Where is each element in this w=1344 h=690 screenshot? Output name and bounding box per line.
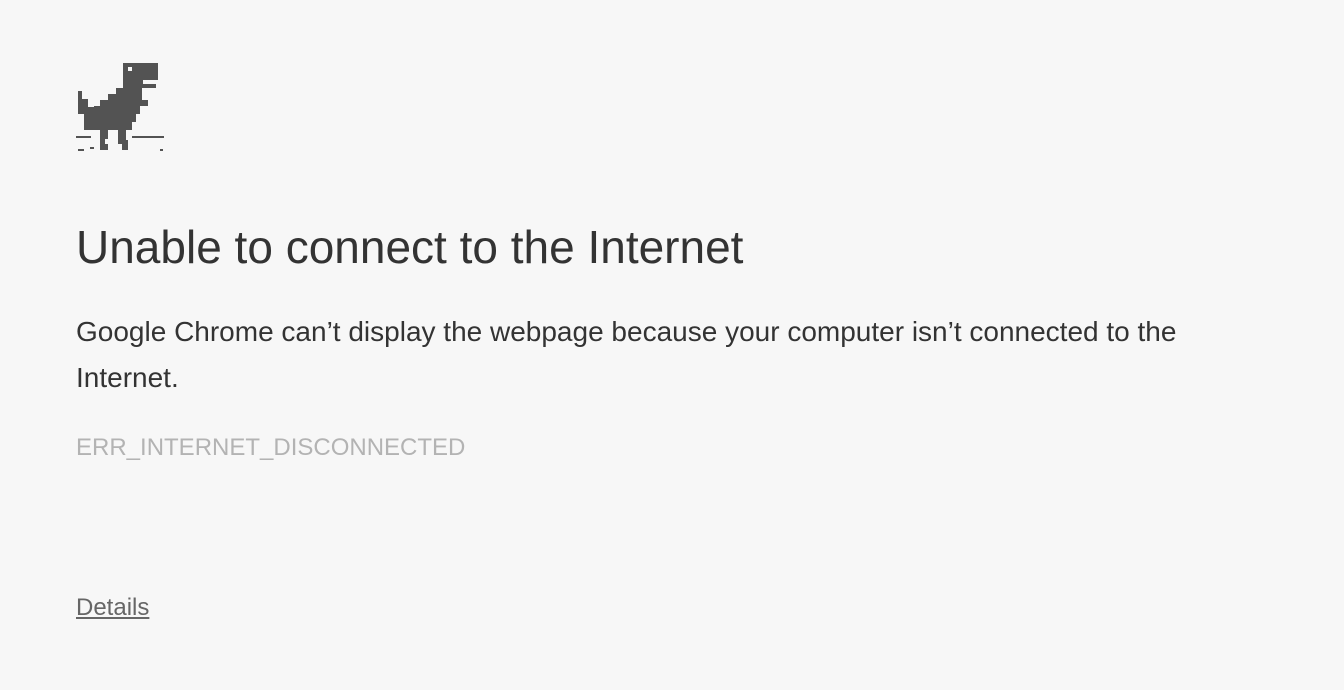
error-code: ERR_INTERNET_DISCONNECTED <box>76 434 466 461</box>
error-page: Unable to connect to the Internet Google… <box>0 0 1344 690</box>
page-title: Unable to connect to the Internet <box>76 221 744 273</box>
error-description: Google Chrome can’t display the webpage … <box>76 316 1177 393</box>
t-rex-dinosaur-icon <box>76 63 166 153</box>
details-button[interactable]: Details <box>76 592 149 624</box>
